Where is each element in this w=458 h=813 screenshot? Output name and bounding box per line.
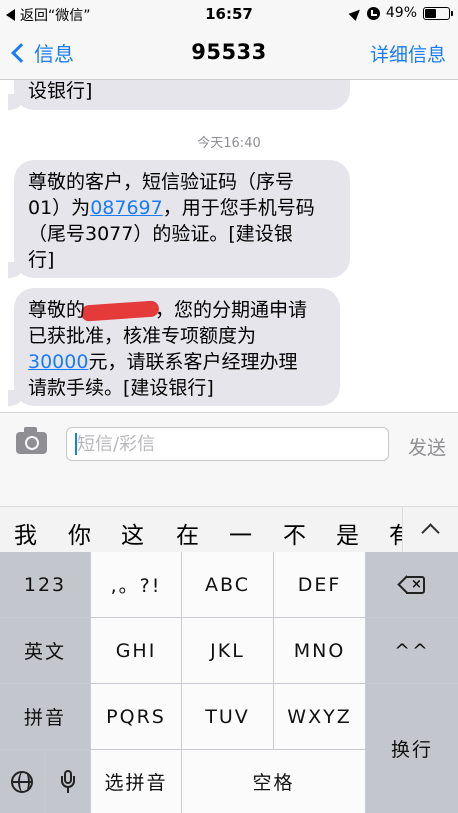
message-bubble-previous[interactable]: 设银行]	[8, 80, 350, 110]
message-bubble-approval[interactable]: 尊敬的 ，您的分期通申请 已获批准，核准专项额度为 30000元，请联系客户经理办…	[8, 288, 340, 406]
message-line: 元，请联系客户经理办理	[88, 351, 298, 373]
candidate-bar: 我 你 这 在 一 不 是 有	[0, 506, 458, 552]
key-emoticon[interactable]: ^^	[366, 618, 458, 683]
message-line: ，您的分期通申请	[155, 299, 308, 321]
key-pqrs[interactable]: PQRS	[91, 684, 181, 749]
nav-bar: 信息 95533 详细信息	[0, 28, 458, 80]
candidate-word[interactable]: 你	[68, 516, 91, 550]
expand-candidates-chevron-up-icon[interactable]	[402, 507, 458, 552]
key-wxyz[interactable]: WXYZ	[274, 684, 365, 749]
key-punctuation[interactable]: ,。?!	[91, 552, 181, 617]
message-line: （尾号3077）的验证。[建设银	[28, 223, 293, 245]
amount-link[interactable]: 30000	[28, 351, 88, 373]
camera-icon[interactable]	[16, 427, 47, 454]
keyboard-spacer	[0, 472, 458, 506]
candidate-word[interactable]: 不	[283, 516, 306, 550]
message-line: 已获批准，核准专项额度为	[28, 325, 257, 347]
battery-level	[425, 8, 437, 18]
enter-key[interactable]: 换行	[366, 684, 458, 813]
status-bar: 返回“微信” 16:57 49%	[0, 0, 458, 28]
space-key[interactable]: 空格	[182, 750, 365, 813]
key-ghi[interactable]: GHI	[91, 618, 181, 683]
globe-key[interactable]	[0, 750, 44, 813]
key-123[interactable]: 123	[0, 552, 90, 617]
key-pinyin[interactable]: 拼音	[0, 684, 90, 749]
message-bubble-verification[interactable]: 尊敬的客户，短信验证码（序号 01）为087697，用于您手机号码 （尾号307…	[8, 160, 350, 278]
message-line: ，用于您手机号码	[162, 197, 315, 219]
message-line: 01）为	[28, 197, 91, 219]
key-abc[interactable]: ABC	[182, 552, 273, 617]
message-input[interactable]	[66, 427, 389, 461]
redaction-mark	[80, 299, 160, 322]
text-cursor	[75, 433, 77, 455]
candidate-word[interactable]: 一	[229, 516, 252, 550]
message-line: 行]	[28, 249, 55, 271]
candidate-word[interactable]: 我	[14, 516, 37, 550]
message-line: 请款手续。[建设银行]	[28, 377, 214, 399]
message-list[interactable]: 设银行] 今天16:40 尊敬的客户，短信验证码（序号 01）为087697，用…	[0, 80, 458, 412]
key-english[interactable]: 英文	[0, 618, 90, 683]
battery-icon	[423, 6, 453, 20]
battery-percent: 49%	[385, 5, 417, 21]
timestamp-separator: 今天16:40	[197, 136, 261, 151]
send-button[interactable]: 发送	[408, 433, 446, 460]
key-jkl[interactable]: JKL	[182, 618, 273, 683]
candidate-word[interactable]: 这	[121, 516, 144, 550]
alarm-icon	[366, 6, 380, 20]
verification-code-link[interactable]: 087697	[90, 197, 163, 219]
compose-bar: 发送	[0, 412, 458, 472]
pinyin-keyboard: 123 ,。?! ABC DEF × 英文 GHI JKL MNO ^^ 拼音 …	[0, 552, 458, 813]
details-button[interactable]: 详细信息	[370, 40, 446, 67]
globe-icon	[11, 770, 33, 793]
dictation-key[interactable]	[45, 750, 90, 813]
key-def[interactable]: DEF	[274, 552, 365, 617]
key-select-pinyin[interactable]: 选拼音	[91, 750, 181, 813]
message-line: 尊敬的客户，短信验证码（序号	[28, 171, 295, 193]
key-tuv[interactable]: TUV	[182, 684, 273, 749]
microphone-icon	[60, 769, 75, 794]
message-line: 尊敬的	[28, 299, 86, 321]
location-icon	[348, 5, 364, 21]
backspace-icon: ×	[397, 574, 425, 594]
candidate-word[interactable]: 是	[336, 516, 359, 550]
delete-key[interactable]: ×	[366, 552, 458, 617]
candidate-word[interactable]: 在	[176, 516, 199, 550]
key-mno[interactable]: MNO	[274, 618, 365, 683]
message-text: 设银行]	[28, 80, 93, 102]
